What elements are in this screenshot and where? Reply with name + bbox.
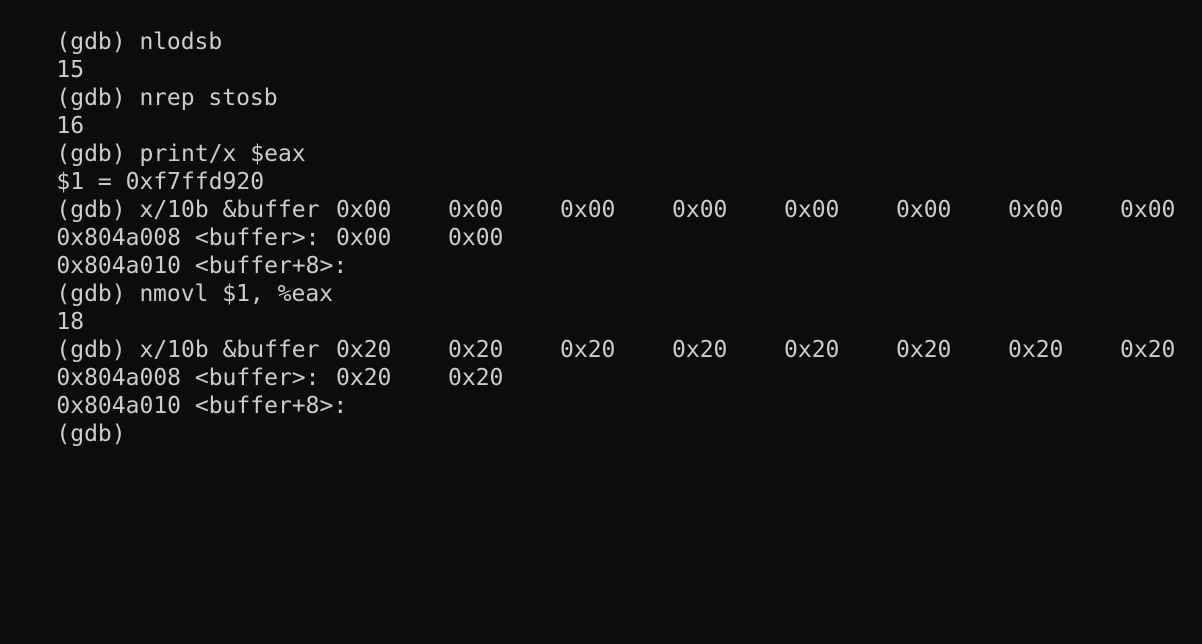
gdb-command-line: (gdb) x/10b &buffer <box>0 308 1202 363</box>
source-code: lodsb <box>153 29 223 55</box>
output-line: $1 = 0xf7ffd920 <box>0 140 1202 195</box>
gdb-command-line: (gdb) x/10b &buffer <box>0 168 1202 223</box>
memory-byte: 0x00 <box>1008 197 1064 223</box>
memory-byte: 0x00 <box>336 225 392 251</box>
memory-byte: 0x20 <box>1120 337 1176 363</box>
memory-byte: 0x00 <box>560 197 616 223</box>
memory-byte: 0x20 <box>784 337 840 363</box>
memory-byte: 0x00 <box>784 197 840 223</box>
memory-byte: 0x20 <box>672 337 728 363</box>
memory-byte: 0x00 <box>896 197 952 223</box>
gdb-command-line: (gdb) n <box>0 252 1202 307</box>
memory-byte: 0x00 <box>448 197 504 223</box>
gdb-command-line: (gdb) n <box>0 0 1202 55</box>
memory-byte: 0x20 <box>448 337 504 363</box>
memory-byte: 0x00 <box>448 225 504 251</box>
memory-byte: 0x00 <box>1120 197 1176 223</box>
source-line: 15 lodsb <box>0 28 1202 83</box>
memory-dump-line: 0x804a008 <buffer>: 0x20 0x20 0x20 0x20 … <box>0 336 1202 391</box>
memory-dump-line: 0x804a010 <buffer+8>: 0x20 0x20 <box>0 364 1202 419</box>
prompt-text: (gdb) <box>56 421 126 447</box>
memory-dump-line: 0x804a008 <buffer>: 0x00 0x00 0x00 0x00 … <box>0 196 1202 251</box>
source-code: movl $1, %eax <box>153 281 334 307</box>
gdb-prompt-line[interactable]: (gdb) <box>0 392 1202 447</box>
memory-dump-line: 0x804a010 <buffer+8>: 0x00 0x00 <box>0 224 1202 279</box>
terminal-window[interactable]: (gdb) n 15 lodsb (gdb) n 16 rep stosb (g… <box>0 0 1202 447</box>
memory-byte: 0x20 <box>336 337 392 363</box>
source-line: 16 rep stosb <box>0 84 1202 139</box>
gdb-command-line: (gdb) print/x $eax <box>0 112 1202 167</box>
memory-byte: 0x20 <box>560 337 616 363</box>
memory-byte: 0x20 <box>1008 337 1064 363</box>
memory-byte: 0x00 <box>672 197 728 223</box>
source-code: rep stosb <box>153 85 278 111</box>
memory-byte: 0x20 <box>896 337 952 363</box>
gdb-command-line: (gdb) n <box>0 56 1202 111</box>
memory-byte: 0x00 <box>336 197 392 223</box>
source-line: 18 movl $1, %eax <box>0 280 1202 335</box>
memory-byte: 0x20 <box>336 365 392 391</box>
memory-byte: 0x20 <box>448 365 504 391</box>
